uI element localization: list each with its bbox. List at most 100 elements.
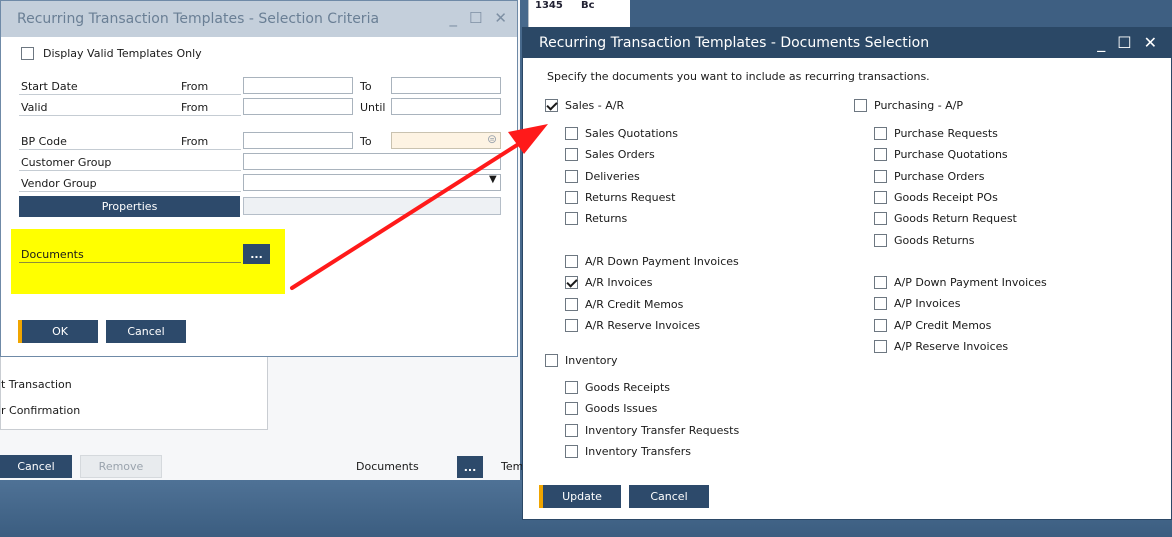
row-divider — [19, 94, 241, 95]
document-label: Returns — [585, 212, 628, 226]
documents-selection-titlebar[interactable]: Recurring Transaction Templates - Docume… — [523, 28, 1171, 58]
document-label: A/R Credit Memos — [585, 297, 684, 311]
document-checkbox[interactable] — [565, 169, 578, 183]
document-label: A/P Reserve Invoices — [894, 339, 1009, 353]
desktop-background-strip — [630, 0, 1172, 30]
vendor-group-select[interactable] — [243, 174, 501, 191]
valid-until-field[interactable] — [391, 98, 501, 115]
customer-group-label: Customer Group — [21, 156, 112, 169]
properties-field[interactable] — [243, 197, 501, 215]
start-date-from-label: From — [181, 80, 209, 93]
document-label: A/P Credit Memos — [894, 318, 992, 332]
grid-cell-number: 1345 — [535, 0, 563, 11]
display-valid-templates-label: Display Valid Templates Only — [43, 47, 202, 60]
background-panel-line: r Confirmation — [1, 404, 81, 417]
properties-button[interactable]: Properties — [19, 196, 240, 217]
row-divider — [19, 191, 241, 192]
dialog-title: Recurring Transaction Templates - Select… — [17, 11, 380, 27]
document-label: A/P Invoices — [894, 297, 961, 311]
start-date-to-label: To — [360, 80, 372, 93]
document-checkbox[interactable] — [874, 297, 887, 311]
purchasing-ap-checkbox[interactable] — [854, 99, 867, 112]
background-documents-label: Documents — [356, 460, 419, 473]
document-checkbox[interactable] — [565, 297, 578, 311]
document-checkbox[interactable] — [874, 233, 887, 247]
valid-until-label: Until — [360, 101, 386, 114]
background-template-label: Tem — [501, 460, 524, 473]
document-label: Deliveries — [585, 169, 640, 183]
document-checkbox[interactable] — [874, 276, 887, 289]
document-checkbox[interactable] — [874, 339, 887, 353]
inventory-label: Inventory — [565, 354, 618, 367]
document-checkbox[interactable] — [874, 212, 887, 226]
dialog-title: Recurring Transaction Templates - Docume… — [539, 35, 930, 51]
cancel-button[interactable]: Cancel — [629, 485, 709, 508]
selection-criteria-titlebar[interactable]: Recurring Transaction Templates - Select… — [1, 1, 517, 37]
document-label: Inventory Transfers — [585, 444, 691, 458]
document-checkbox[interactable] — [565, 402, 578, 416]
background-panel: t Transaction r Confirmation — [0, 355, 268, 430]
bp-code-to-label: To — [360, 135, 372, 148]
start-date-to-field[interactable] — [391, 77, 501, 94]
bp-code-to-field[interactable] — [391, 132, 501, 149]
minimize-icon[interactable]: _ — [1097, 33, 1105, 52]
row-divider — [19, 170, 241, 171]
close-icon[interactable]: ✕ — [1144, 33, 1157, 52]
bp-code-from-field[interactable] — [243, 132, 353, 149]
properties-button-label: Properties — [101, 200, 158, 213]
document-checkbox[interactable] — [565, 444, 578, 458]
purchasing-ap-label: Purchasing - A/P — [874, 99, 964, 112]
ok-button[interactable]: OK — [18, 320, 98, 343]
instruction-text: Specify the documents you want to includ… — [547, 70, 930, 83]
close-icon[interactable]: ✕ — [494, 9, 507, 27]
document-label: A/R Down Payment Invoices — [585, 255, 739, 268]
grid-cell-text: Bc — [581, 0, 595, 11]
documents-selection-dialog: Recurring Transaction Templates - Docume… — [522, 27, 1172, 520]
display-valid-templates-checkbox[interactable] — [21, 47, 34, 60]
valid-from-label: From — [181, 101, 209, 114]
valid-from-field[interactable] — [243, 98, 353, 115]
customer-group-field[interactable] — [243, 153, 501, 170]
document-label: Goods Returns — [894, 233, 975, 247]
background-cancel-button[interactable]: Cancel — [0, 455, 72, 478]
search-icon[interactable]: ⊜ — [487, 132, 497, 146]
document-checkbox[interactable] — [874, 190, 887, 204]
document-checkbox[interactable] — [565, 127, 578, 140]
selection-criteria-dialog: Recurring Transaction Templates - Select… — [0, 0, 518, 357]
maximize-icon[interactable]: ☐ — [469, 9, 482, 27]
row-divider — [19, 149, 241, 150]
valid-label: Valid — [21, 101, 48, 114]
document-checkbox[interactable] — [565, 255, 578, 268]
row-divider — [19, 262, 241, 263]
document-label: A/P Down Payment Invoices — [894, 276, 1047, 289]
document-checkbox[interactable] — [874, 127, 887, 140]
document-label: Purchase Orders — [894, 169, 985, 183]
document-checkbox[interactable] — [565, 276, 578, 290]
minimize-icon[interactable]: _ — [449, 9, 457, 27]
vendor-group-label: Vendor Group — [21, 177, 97, 190]
document-label: A/R Invoices — [585, 276, 653, 290]
documents-label: Documents — [21, 248, 84, 261]
maximize-icon[interactable]: ☐ — [1117, 33, 1131, 52]
document-checkbox[interactable] — [874, 148, 887, 162]
cancel-button[interactable]: Cancel — [106, 320, 186, 343]
document-checkbox[interactable] — [565, 381, 578, 394]
document-checkbox[interactable] — [874, 169, 887, 183]
document-checkbox[interactable] — [565, 212, 578, 226]
document-checkbox[interactable] — [565, 190, 578, 204]
document-checkbox[interactable] — [874, 318, 887, 332]
document-label: Purchase Requests — [894, 127, 998, 140]
update-button[interactable]: Update — [539, 485, 621, 508]
document-checkbox[interactable] — [565, 318, 578, 332]
document-checkbox[interactable] — [565, 148, 578, 162]
document-label: Inventory Transfer Requests — [585, 423, 740, 437]
inventory-checkbox[interactable] — [545, 354, 558, 367]
document-label: Goods Receipt POs — [894, 190, 998, 204]
document-label: Returns Request — [585, 190, 676, 204]
chevron-down-icon[interactable]: ▼ — [489, 174, 497, 185]
document-checkbox[interactable] — [565, 423, 578, 437]
background-documents-ellipsis-button[interactable]: ... — [457, 456, 483, 478]
sales-ar-checkbox[interactable] — [545, 99, 558, 112]
documents-ellipsis-button[interactable]: ... — [243, 244, 270, 264]
start-date-from-field[interactable] — [243, 77, 353, 94]
